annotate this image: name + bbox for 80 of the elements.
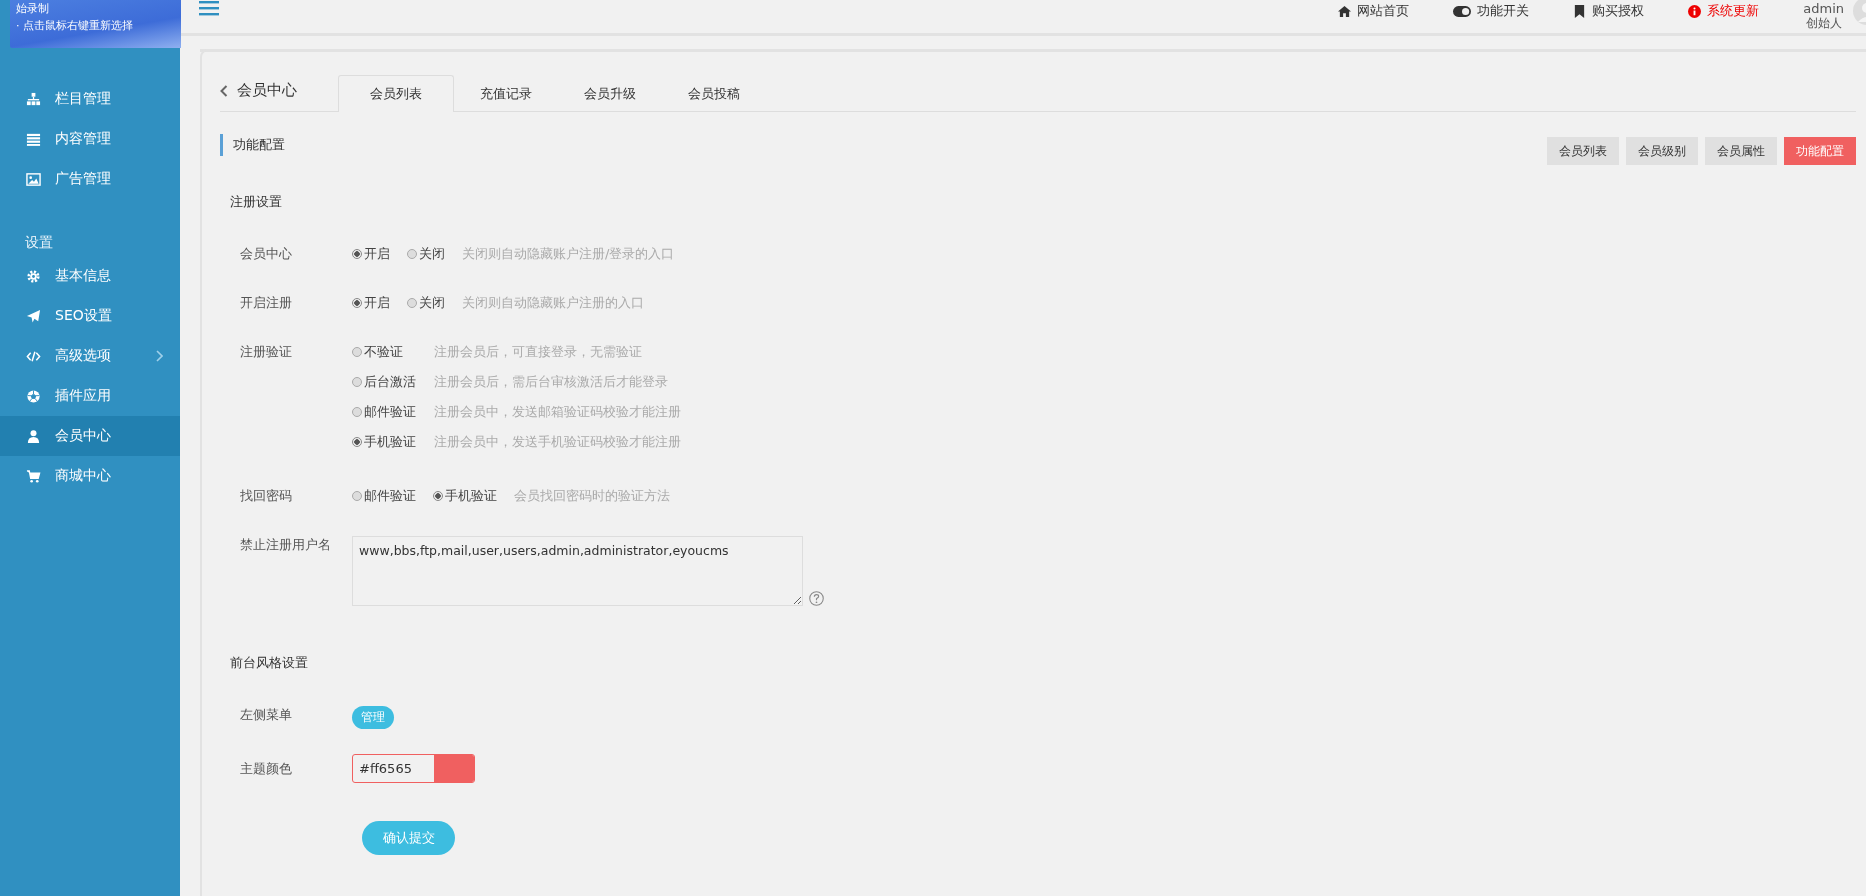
section-button[interactable]: 会员属性 bbox=[1705, 137, 1777, 165]
back-link[interactable]: 会员中心 bbox=[220, 81, 338, 111]
gear-icon bbox=[26, 268, 41, 284]
group-title: 前台风格设置 bbox=[230, 654, 309, 672]
sidebar-item-label: 会员中心 bbox=[55, 427, 111, 445]
section-button[interactable]: 会员列表 bbox=[1547, 137, 1619, 165]
field-label: 左侧菜单 bbox=[239, 706, 293, 724]
home-icon bbox=[1338, 4, 1352, 18]
sidebar-item-label: 高级选项 bbox=[55, 347, 111, 365]
hint-text: 注册会员中，发送邮箱验证码校验才能注册 bbox=[434, 403, 681, 421]
radio-option[interactable]: 邮件验证 bbox=[352, 487, 416, 505]
sidebar-item[interactable]: 商城中心 bbox=[0, 456, 180, 496]
group-title: 注册设置 bbox=[230, 193, 283, 211]
sidebar-item-label: 栏目管理 bbox=[55, 90, 111, 108]
nav-link[interactable]: 系统更新 bbox=[1688, 2, 1760, 20]
radio-option[interactable]: 手机验证 bbox=[433, 487, 497, 505]
sidebar-item-label: 内容管理 bbox=[55, 130, 111, 148]
tab[interactable]: 会员列表 bbox=[338, 75, 454, 112]
sidebar-item[interactable]: 内容管理 bbox=[0, 119, 180, 159]
nav-link[interactable]: 功能开关 bbox=[1453, 2, 1530, 20]
sidebar-item-label: 商城中心 bbox=[55, 467, 111, 485]
nav-link[interactable]: 购买授权 bbox=[1573, 2, 1645, 20]
toggle-icon bbox=[1453, 4, 1472, 18]
sidebar-heading: 设置 bbox=[25, 234, 54, 252]
hint-text: 注册会员中，发送手机验证码校验才能注册 bbox=[434, 433, 681, 451]
image-icon bbox=[26, 171, 41, 187]
user-name: admin bbox=[1803, 1, 1844, 16]
user-role: 创始人 bbox=[1805, 16, 1842, 31]
hint-text: 注册会员后，可直接登录，无需验证 bbox=[434, 343, 643, 361]
color-field[interactable]: #ff6565 bbox=[352, 754, 475, 783]
field-label: 会员中心 bbox=[239, 245, 293, 263]
ball-icon bbox=[26, 388, 41, 404]
hint-text: 关闭则自动隐藏账户注册/登录的入口 bbox=[462, 245, 675, 263]
tip-text: 始录制 bbox=[15, 2, 50, 16]
hint-text: 注册会员后，需后台审核激活后才能登录 bbox=[434, 373, 669, 391]
radio-option[interactable]: 后台激活 bbox=[352, 373, 417, 391]
user-icon bbox=[26, 428, 41, 444]
radio-option[interactable]: 不验证 bbox=[352, 343, 417, 361]
radio-option[interactable]: 开启 bbox=[352, 245, 390, 263]
nav-link[interactable]: 网站首页 bbox=[1338, 2, 1410, 20]
sidebar-item[interactable]: 基本信息 bbox=[0, 256, 180, 296]
hint-text: 关闭则自动隐藏账户注册的入口 bbox=[462, 294, 644, 312]
sidebar-item-label: SEO设置 bbox=[55, 307, 112, 325]
sitemap-icon bbox=[26, 91, 41, 107]
menu-icon[interactable] bbox=[199, 0, 219, 16]
sidebar-item[interactable]: 高级选项 bbox=[0, 336, 180, 376]
sidebar-item[interactable]: 插件应用 bbox=[0, 376, 180, 416]
sidebar-item-label: 基本信息 bbox=[55, 267, 111, 285]
field-label: 主题颜色 bbox=[239, 760, 293, 778]
cart-icon bbox=[26, 468, 41, 484]
field-label: 禁止注册用户名 bbox=[239, 536, 332, 554]
sidebar-item[interactable]: 广告管理 bbox=[0, 159, 180, 199]
sidebar-item[interactable]: 会员中心 bbox=[0, 416, 180, 456]
chevron-left-icon bbox=[220, 84, 228, 97]
chevron-right-icon bbox=[155, 350, 163, 362]
help-icon[interactable] bbox=[809, 591, 824, 606]
field-label: 找回密码 bbox=[239, 487, 293, 505]
hint-text: 会员找回密码时的验证方法 bbox=[514, 487, 670, 505]
section-button[interactable]: 会员级别 bbox=[1626, 137, 1698, 165]
tab[interactable]: 充值记录 bbox=[454, 75, 558, 112]
list-icon bbox=[26, 131, 41, 147]
field-label: 开启注册 bbox=[239, 294, 293, 312]
textarea-field[interactable]: www,bbs,ftp,mail,user,users,admin,administrator,eyoucms bbox=[352, 536, 803, 606]
radio-option[interactable]: 关闭 bbox=[407, 294, 445, 312]
sidebar-item[interactable]: 栏目管理 bbox=[0, 79, 180, 119]
tip-text: · 点击鼠标右键重新选择 bbox=[15, 19, 134, 33]
tab[interactable]: 会员投稿 bbox=[662, 75, 766, 112]
sidebar-item-label: 广告管理 bbox=[55, 170, 111, 188]
sidebar-item[interactable]: SEO设置 bbox=[0, 296, 180, 336]
radio-option[interactable]: 手机验证 bbox=[352, 433, 417, 451]
radio-option[interactable]: 开启 bbox=[352, 294, 390, 312]
radio-option[interactable]: 邮件验证 bbox=[352, 403, 417, 421]
section-title: 功能配置 bbox=[220, 134, 285, 156]
info-icon bbox=[1688, 4, 1702, 18]
radio-option[interactable]: 关闭 bbox=[407, 245, 445, 263]
tab[interactable]: 会员升级 bbox=[558, 75, 662, 112]
paper-plane-icon bbox=[26, 308, 41, 324]
sidebar-item-label: 插件应用 bbox=[55, 387, 111, 405]
bookmark-icon bbox=[1573, 4, 1587, 18]
field-label: 注册验证 bbox=[239, 343, 293, 361]
